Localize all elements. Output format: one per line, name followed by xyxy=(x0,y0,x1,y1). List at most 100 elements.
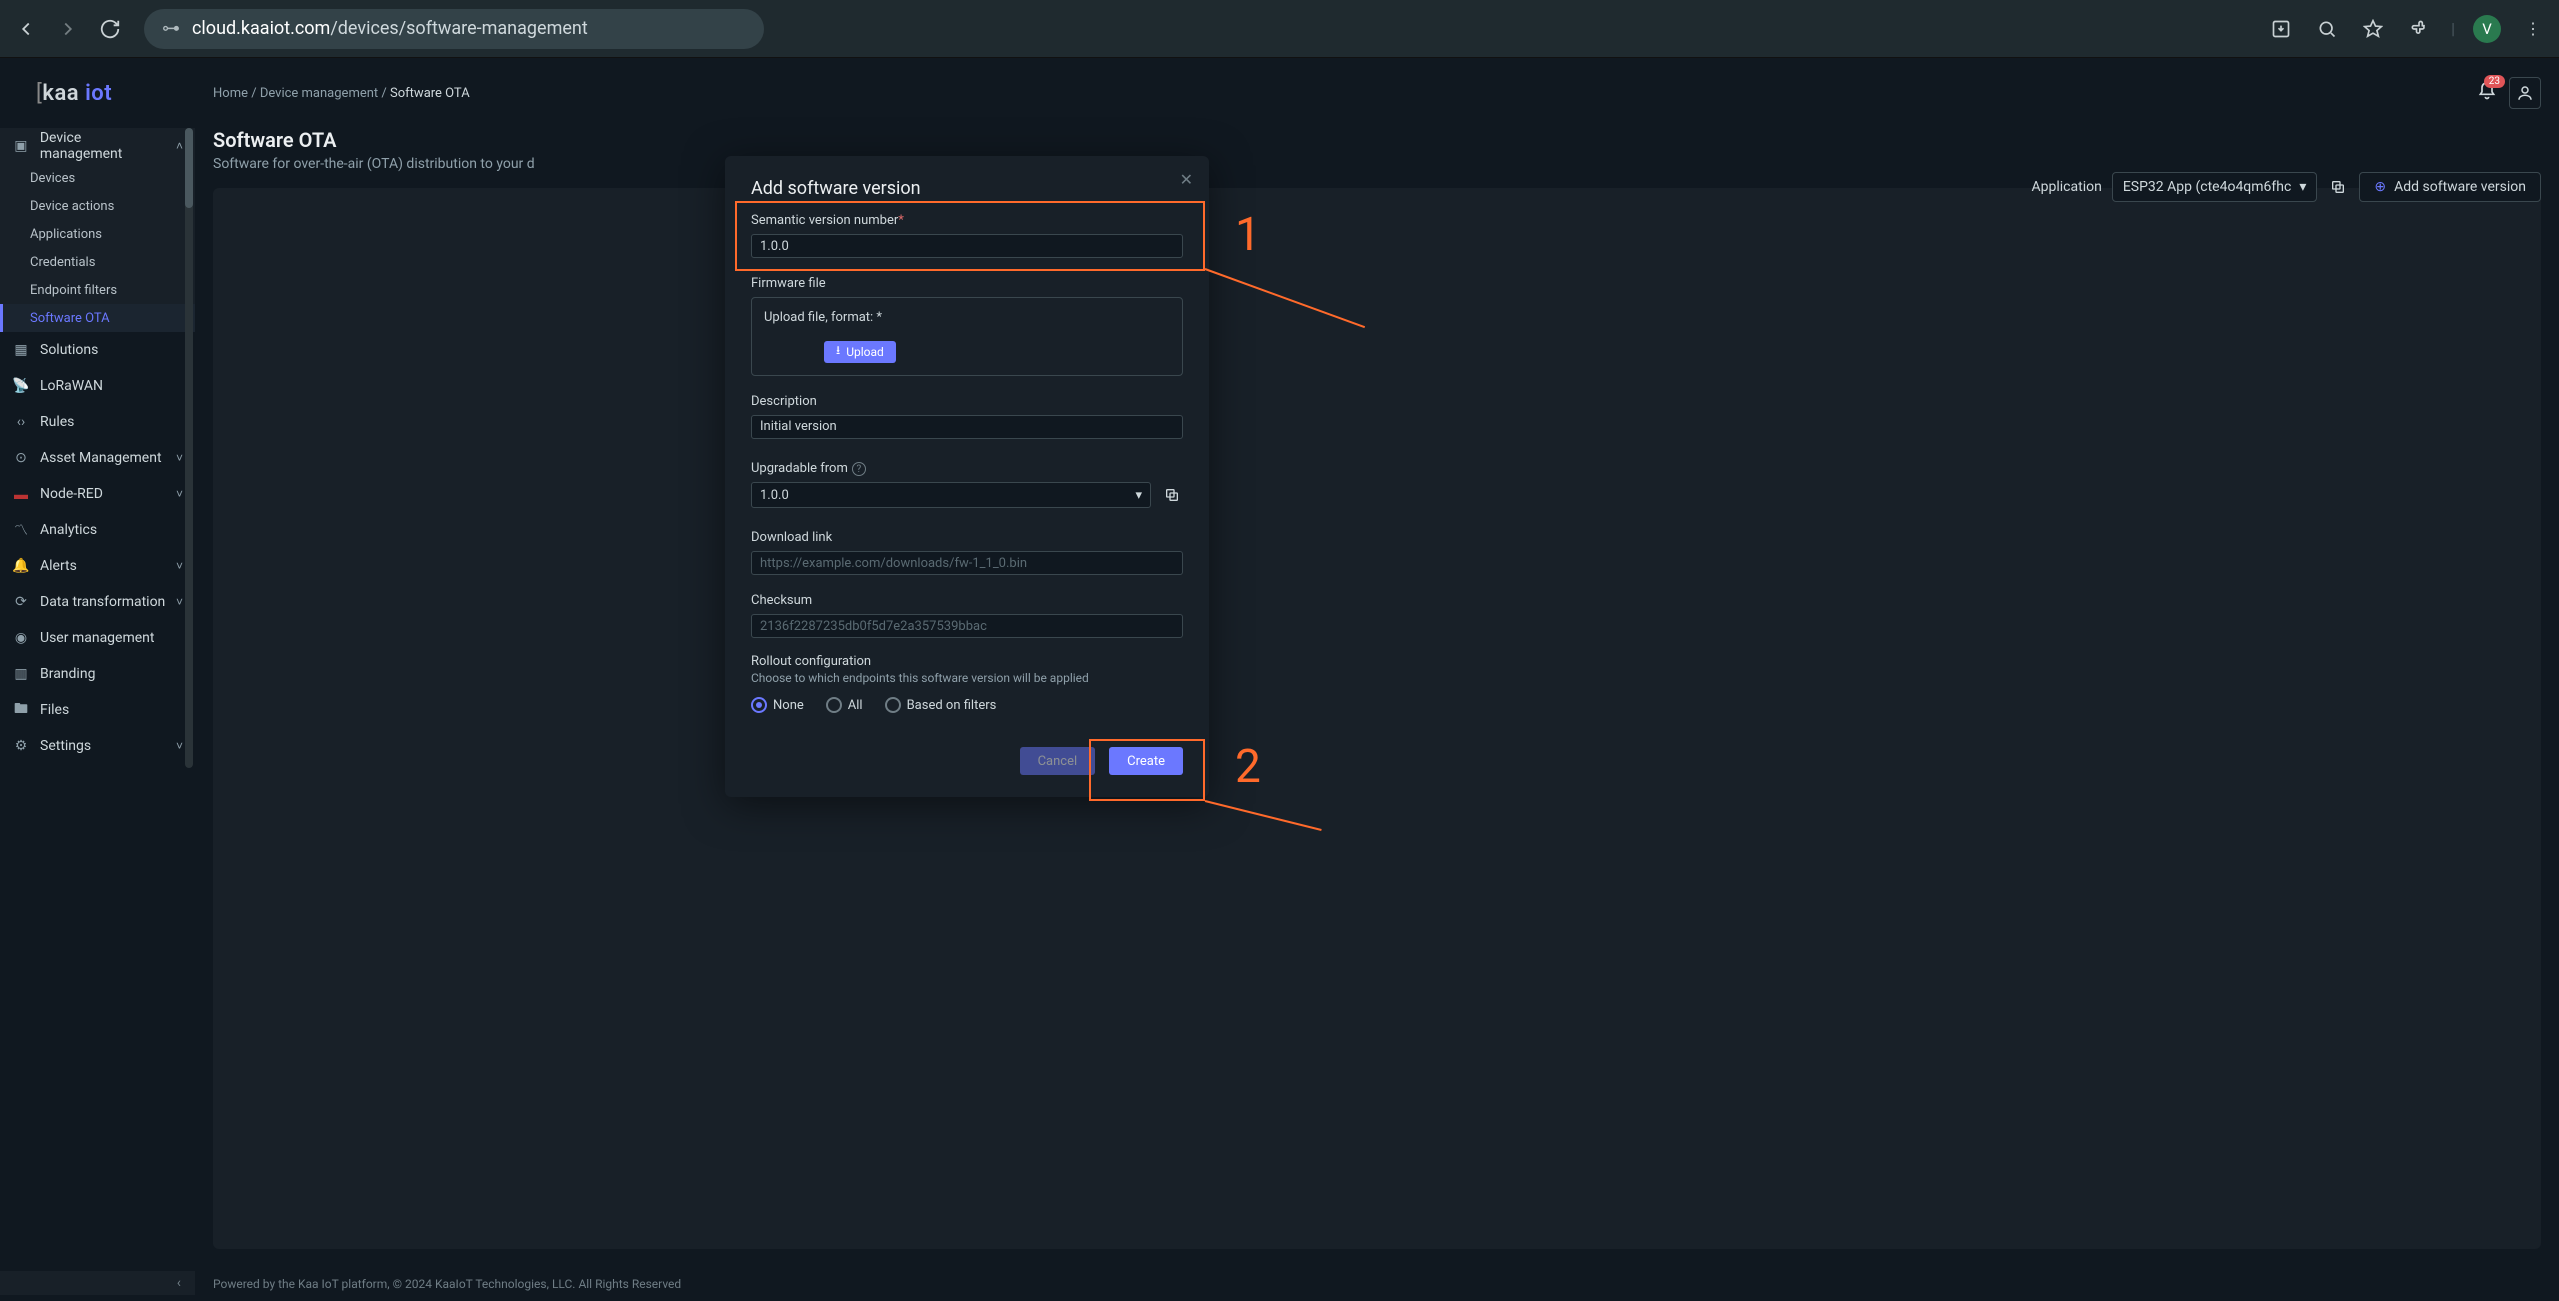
rollout-radio-filters[interactable]: Based on filters xyxy=(885,697,997,713)
zoom-icon[interactable] xyxy=(2313,15,2341,43)
browser-avatar[interactable]: V xyxy=(2473,15,2501,43)
copy-icon xyxy=(2330,179,2346,195)
rollout-radio-all[interactable]: All xyxy=(826,697,863,713)
nav-back-icon[interactable] xyxy=(12,15,40,43)
sidebar-item-user-management[interactable]: ◉ User management xyxy=(0,620,195,656)
sidebar-item-credentials[interactable]: Credentials xyxy=(0,248,195,276)
breadcrumb-item: Software OTA xyxy=(390,86,470,101)
copy-upgradable-button[interactable] xyxy=(1161,484,1183,506)
browser-chrome: ⊶ cloud.kaaiot.com/devices/software-mana… xyxy=(0,0,2559,58)
main-area: Home / Device management / Software OTA … xyxy=(195,58,2559,1301)
footer-text: Powered by the Kaa IoT platform, © 2024 … xyxy=(195,1267,2559,1301)
notifications-button[interactable]: 23 xyxy=(2477,81,2497,105)
radio-label: None xyxy=(773,698,804,713)
sidebar-item-label: Data transformation xyxy=(40,594,165,610)
download-link-input[interactable] xyxy=(751,551,1183,575)
application-select[interactable]: ESP32 App (cte4o4qm6fhc ▾ xyxy=(2112,172,2318,202)
application-select-value: ESP32 App (cte4o4qm6fhc xyxy=(2123,179,2292,195)
star-icon[interactable] xyxy=(2359,15,2387,43)
rollout-radio-none[interactable]: None xyxy=(751,697,804,713)
install-icon[interactable] xyxy=(2267,15,2295,43)
sidebar-scrollbar[interactable] xyxy=(185,128,193,768)
sidebar-item-label: Rules xyxy=(40,414,74,430)
page-title: Software OTA xyxy=(213,128,2541,152)
browser-menu-icon[interactable]: ⋮ xyxy=(2519,15,2547,43)
radio-icon xyxy=(751,697,767,713)
sidebar-item-lorawan[interactable]: 📡LoRaWAN xyxy=(0,368,195,404)
chevron-down-icon: ▾ xyxy=(1135,488,1142,503)
sidebar-item-software-ota[interactable]: Software OTA xyxy=(0,304,195,332)
content-panel xyxy=(213,188,2541,1249)
user-menu-button[interactable] xyxy=(2509,77,2541,109)
radio-label: Based on filters xyxy=(907,698,997,713)
sidebar: [kaaiot ▣ Device management ˄ Devices De… xyxy=(0,58,195,1301)
sidebar-item-label: Solutions xyxy=(40,342,98,358)
sidebar-item-data-transformation[interactable]: ⟳Data transformation˅ xyxy=(0,584,195,620)
breadcrumb-item[interactable]: Device management xyxy=(260,86,378,101)
add-software-version-button[interactable]: ⊕ Add software version xyxy=(2359,172,2541,202)
reload-icon[interactable] xyxy=(96,15,124,43)
chevron-up-icon: ˄ xyxy=(176,139,183,153)
sidebar-item-branding[interactable]: ▥Branding xyxy=(0,656,195,692)
upgradable-from-label: Upgradable from? xyxy=(751,461,1183,477)
sidebar-item-device-management[interactable]: ▣ Device management ˄ xyxy=(0,128,195,164)
upload-icon: ⭳ xyxy=(836,341,840,362)
url-text: cloud.kaaiot.com/devices/software-manage… xyxy=(192,18,588,39)
sidebar-item-label: Branding xyxy=(40,666,95,682)
sidebar-item-alerts[interactable]: 🔔Alerts˅ xyxy=(0,548,195,584)
upload-button-label: Upload xyxy=(846,345,884,359)
user-circle-icon: ◉ xyxy=(12,630,30,646)
modal-close-button[interactable]: ✕ xyxy=(1180,170,1193,189)
sidebar-collapse-button[interactable]: ‹ xyxy=(0,1271,195,1295)
sidebar-item-applications[interactable]: Applications xyxy=(0,220,195,248)
nav-forward-icon[interactable] xyxy=(54,15,82,43)
upgradable-from-select[interactable]: 1.0.0▾ xyxy=(751,482,1151,508)
sidebar-item-label: Alerts xyxy=(40,558,77,574)
description-input[interactable] xyxy=(751,415,1183,439)
upload-button[interactable]: ⭳ Upload xyxy=(824,341,896,363)
chevron-down-icon: ˅ xyxy=(176,739,183,753)
modal-title: Add software version xyxy=(751,178,1183,199)
notifications-count: 23 xyxy=(2484,75,2505,88)
sidebar-item-devices[interactable]: Devices xyxy=(0,164,195,192)
download-link-label: Download link xyxy=(751,530,1183,545)
nodered-icon: ▬ xyxy=(12,486,30,503)
radio-icon xyxy=(885,697,901,713)
sidebar-item-device-actions[interactable]: Device actions xyxy=(0,192,195,220)
create-button[interactable]: Create xyxy=(1109,747,1183,775)
sidebar-item-analytics[interactable]: 〽Analytics xyxy=(0,512,195,548)
chevron-down-icon: ˅ xyxy=(176,487,183,501)
semantic-version-input[interactable] xyxy=(751,234,1183,258)
upload-format-label: Upload file, format: * xyxy=(764,310,1170,325)
checksum-input[interactable] xyxy=(751,614,1183,638)
sidebar-item-files[interactable]: 🖿Files xyxy=(0,692,195,728)
url-bar[interactable]: ⊶ cloud.kaaiot.com/devices/software-mana… xyxy=(144,9,764,49)
sidebar-item-endpoint-filters[interactable]: Endpoint filters xyxy=(0,276,195,304)
sidebar-item-label: Device management xyxy=(40,130,166,162)
sidebar-item-label: User management xyxy=(40,630,154,646)
help-icon[interactable]: ? xyxy=(852,462,866,476)
chevron-down-icon: ▾ xyxy=(2299,179,2306,195)
radio-label: All xyxy=(848,698,863,713)
extensions-icon[interactable] xyxy=(2405,15,2433,43)
sidebar-item-rules[interactable]: ‹› Rules xyxy=(0,404,195,440)
sidebar-item-asset-management[interactable]: ⊙Asset Management˅ xyxy=(0,440,195,476)
add-button-label: Add software version xyxy=(2394,179,2526,195)
page-subtitle: Software for over-the-air (OTA) distribu… xyxy=(213,156,2541,172)
trend-icon: 〽 xyxy=(12,520,30,540)
site-toggle-icon[interactable]: ⊶ xyxy=(162,18,180,39)
cancel-button[interactable]: Cancel xyxy=(1020,747,1096,775)
sidebar-item-settings[interactable]: ⚙Settings˅ xyxy=(0,728,195,764)
refresh-icon: ⟳ xyxy=(12,594,30,610)
sidebar-item-node-red[interactable]: ▬Node-RED˅ xyxy=(0,476,195,512)
bell-icon: 🔔 xyxy=(12,558,30,574)
sidebar-item-label: Asset Management xyxy=(40,450,162,466)
firmware-upload-box: Upload file, format: * ⭳ Upload xyxy=(751,297,1183,376)
breadcrumb-item[interactable]: Home xyxy=(213,86,248,101)
code-icon: ‹› xyxy=(12,414,30,430)
page-actions: Application ESP32 App (cte4o4qm6fhc ▾ ⊕ … xyxy=(2032,172,2541,202)
checksum-label: Checksum xyxy=(751,593,1183,608)
sidebar-item-solutions[interactable]: ▦Solutions xyxy=(0,332,195,368)
copy-button[interactable] xyxy=(2327,176,2349,198)
sidebar-item-label: Settings xyxy=(40,738,91,754)
